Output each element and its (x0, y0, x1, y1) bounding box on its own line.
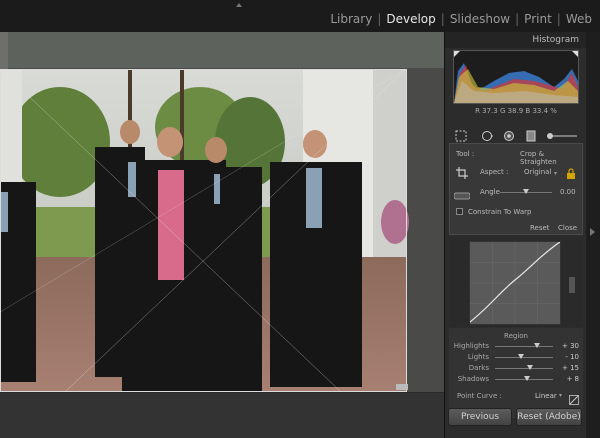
lights-track[interactable] (495, 357, 553, 358)
histogram-graph (453, 50, 579, 104)
module-picker: Library | Develop | Slideshow | Print | … (330, 12, 592, 26)
develop-right-panel: Histogram R 37.3 G 38.9 B 33.4 % Tool: … (444, 32, 587, 438)
toolbar-strip (0, 392, 444, 438)
module-bar: Library | Develop | Slideshow | Print | … (0, 0, 600, 32)
reset-adobe-button[interactable]: Reset (Adobe) (516, 408, 582, 426)
aspect-dropdown-arrow-icon[interactable]: ▾ (554, 170, 557, 177)
tool-name: Crop & Straighten (520, 150, 557, 166)
develop-bottom-buttons: Previous Reset (Adobe) (444, 404, 586, 428)
highlights-value[interactable]: + 30 (562, 342, 579, 350)
angle-label: Angle (480, 188, 500, 196)
module-library[interactable]: Library (330, 12, 372, 26)
collapse-right-panel-icon[interactable] (590, 228, 595, 236)
darks-value[interactable]: + 15 (562, 364, 579, 372)
module-develop[interactable]: Develop (386, 12, 435, 26)
crop-close-button[interactable]: Close (558, 224, 577, 232)
darks-slider[interactable]: Darks + 15 (453, 364, 581, 374)
tone-curve-graph[interactable] (469, 241, 561, 325)
right-panel-edge (586, 32, 600, 438)
lights-label: Lights (467, 353, 489, 361)
angle-slider-thumb[interactable] (523, 189, 529, 194)
darks-label: Darks (468, 364, 489, 372)
histogram-title: Histogram (532, 35, 579, 45)
highlights-slider[interactable]: Highlights + 30 (453, 342, 581, 352)
point-curve-dropdown[interactable]: Linear (535, 392, 557, 400)
crop-frame-icon[interactable] (456, 164, 468, 183)
shadows-slider[interactable]: Shadows + 8 (453, 375, 581, 385)
photo-image (0, 32, 444, 438)
shadows-label: Shadows (457, 375, 489, 383)
module-separator: | (440, 12, 445, 26)
tone-curve-panel (449, 237, 583, 327)
previous-button[interactable]: Previous (448, 408, 512, 426)
region-title: Region (504, 332, 528, 340)
module-separator: | (556, 12, 561, 26)
module-slideshow[interactable]: Slideshow (450, 12, 510, 26)
lights-value[interactable]: - 10 (565, 353, 579, 361)
highlights-track[interactable] (495, 346, 553, 347)
lock-icon[interactable] (566, 165, 576, 184)
histogram-chart (454, 51, 578, 103)
darks-thumb[interactable] (526, 365, 533, 370)
module-print[interactable]: Print (524, 12, 552, 26)
point-curve-arrow-icon[interactable]: ▾ (559, 392, 562, 399)
tool-label: Tool : (456, 150, 475, 158)
shadows-value[interactable]: + 8 (566, 375, 579, 383)
module-web[interactable]: Web (566, 12, 592, 26)
lights-slider[interactable]: Lights - 10 (453, 353, 581, 363)
histogram-header[interactable]: Histogram (445, 32, 587, 48)
photo-canvas[interactable] (0, 32, 444, 438)
highlights-thumb[interactable] (533, 343, 540, 348)
scrollbar-thumb[interactable] (569, 277, 575, 293)
image-view[interactable] (0, 32, 444, 438)
darks-track[interactable] (495, 368, 553, 369)
constrain-checkbox[interactable] (456, 208, 463, 215)
crop-straighten-panel: Tool : Crop & Straighten Aspect : Origin… (449, 143, 583, 235)
module-separator: | (515, 12, 520, 26)
module-separator: | (377, 12, 382, 26)
collapse-top-panel-icon[interactable] (236, 3, 242, 7)
tone-curve-chart (469, 241, 561, 324)
highlights-label: Highlights (453, 342, 489, 350)
lights-thumb[interactable] (517, 354, 524, 359)
develop-tool-strip (449, 124, 583, 142)
straighten-tool-icon[interactable] (453, 186, 471, 205)
point-curve-label: Point Curve : (457, 392, 502, 400)
histogram-readout: R 37.3 G 38.9 B 33.4 % (475, 107, 557, 115)
shadows-thumb[interactable] (524, 376, 531, 381)
aspect-label: Aspect : (480, 168, 509, 176)
constrain-label: Constrain To Warp (468, 208, 532, 216)
crop-reset-button[interactable]: Reset (530, 224, 550, 232)
aspect-dropdown[interactable]: Original (524, 168, 551, 176)
angle-value[interactable]: 0.00 (560, 188, 576, 196)
